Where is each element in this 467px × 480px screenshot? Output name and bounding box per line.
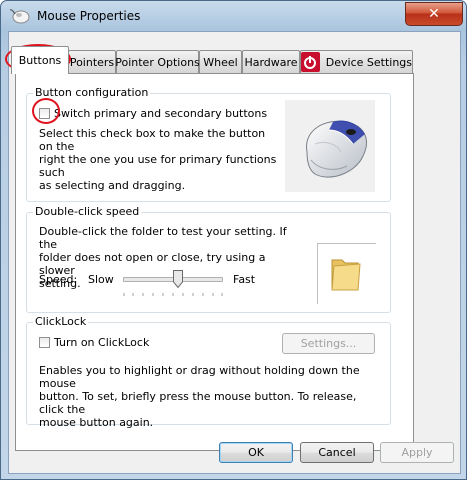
tab-pointers[interactable]: Pointers [68,50,116,73]
tab-strip: Buttons Pointers Pointer Options Wheel H… [9,46,460,74]
checkbox-label: Switch primary and secondary buttons [54,107,268,120]
clicklock-group: ClickLock Turn on ClickLock Settings... … [26,316,391,429]
mouse-image-icon [306,120,367,178]
folder-icon[interactable] [318,244,376,304]
button-label: Cancel [318,446,356,459]
button-label: OK [248,446,264,459]
group-label: ClickLock [33,315,89,328]
switch-buttons-row[interactable]: Switch primary and secondary buttons [39,107,267,120]
button-configuration-description: Select this check box to make the button… [39,127,279,192]
tab-label: Pointer Options [115,55,200,69]
speed-label: Speed: [39,273,78,286]
double-click-speed-group: Double-click speed Double-click the fold… [26,206,391,313]
slow-label: Slow [88,273,114,286]
buttons-tab-panel: Button configuration Switch primary and … [15,73,414,451]
ok-button[interactable]: OK [219,442,293,463]
description-line: Enables you to highlight or drag without… [39,364,360,390]
checkbox-label: Turn on ClickLock [54,336,150,349]
clicklock-settings-button[interactable]: Settings... [282,333,375,354]
close-button[interactable]: ✕ [405,2,463,26]
slider-ticks [123,293,223,296]
description-line: Select this check box to make the button… [39,127,266,153]
mouse-properties-window: Mouse Properties ✕ Buttons Pointers Poin… [0,0,467,480]
clicklock-row[interactable]: Turn on ClickLock [39,336,149,349]
description-line: Double-click the folder to test your set… [39,225,287,251]
tab-buttons[interactable]: Buttons [11,46,69,74]
button-label: Apply [401,446,433,459]
tab-wheel[interactable]: Wheel [199,50,242,73]
tab-label: Pointers [69,55,115,69]
tab-hardware[interactable]: Hardware [242,50,300,73]
clicklock-description: Enables you to highlight or drag without… [39,364,384,429]
slider-thumb[interactable] [173,270,183,288]
apply-button[interactable]: Apply [380,442,454,463]
close-icon: ✕ [428,6,440,22]
title-bar[interactable]: Mouse Properties ✕ [1,1,466,31]
cancel-button[interactable]: Cancel [300,442,374,463]
button-label: Settings... [300,337,357,350]
tab-label: Wheel [203,55,238,69]
tab-label: Hardware [244,55,298,69]
button-configuration-group: Button configuration Switch primary and … [26,87,391,202]
device-settings-logo-icon [301,52,320,72]
mouse-app-icon [9,7,31,25]
mouse-illustration [285,100,375,192]
description-line: mouse button again. [39,416,154,429]
test-folder-area[interactable] [317,243,376,304]
double-click-speed-slider[interactable] [123,269,223,296]
description-line: as selecting and dragging. [39,179,186,192]
fast-label: Fast [233,273,256,286]
description-line: right the one you use for primary functi… [39,153,277,179]
description-line: button. To set, briefly press the mouse … [39,390,357,416]
clicklock-checkbox[interactable] [39,337,50,348]
tab-pointer-options[interactable]: Pointer Options [115,50,200,73]
tab-device-settings[interactable]: Device Settings [300,50,413,73]
tab-label: Device Settings [325,55,412,69]
group-label: Button configuration [33,86,151,99]
annotation-circle-checkbox [32,98,60,124]
tab-label: Buttons [18,54,62,67]
window-title: Mouse Properties [37,9,141,23]
group-label: Double-click speed [33,205,142,218]
dialog-client-area: Buttons Pointers Pointer Options Wheel H… [5,31,461,474]
